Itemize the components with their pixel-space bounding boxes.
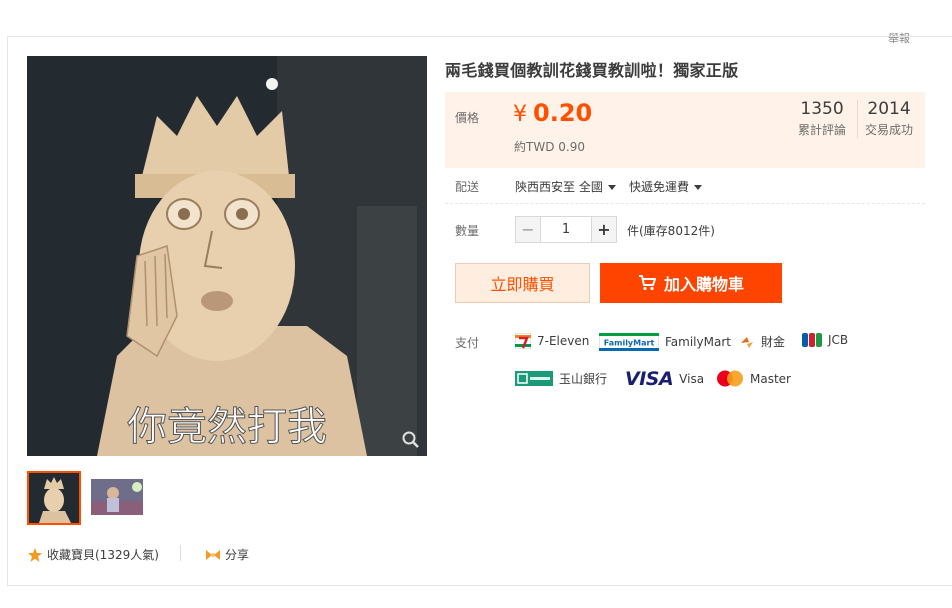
thumbnail-2[interactable]: [91, 479, 143, 515]
image-caption: 你竟然打我: [127, 404, 327, 450]
sales-count: 2014: [867, 99, 911, 119]
payment-jcb-label: JCB: [828, 333, 849, 347]
esun-bank-icon: [515, 371, 553, 386]
familymart-icon: FamilyMart: [599, 333, 659, 351]
divider: [445, 203, 925, 204]
jcb-icon: [802, 333, 822, 347]
currency-symbol: ¥: [513, 102, 527, 127]
payment-familymart: FamilyMart FamilyMart: [599, 333, 731, 351]
familymart-logo-text: FamilyMart: [604, 339, 655, 348]
payment-visa: VISA Visa: [625, 368, 704, 390]
share-button[interactable]: 分享: [205, 546, 249, 563]
statue-illustration: 你竟然打我: [27, 56, 427, 456]
sales-stat: 2014 交易成功: [865, 99, 913, 138]
mastercard-icon: [717, 370, 743, 387]
reviews-label: 累計評論: [798, 123, 847, 137]
cart-icon: [638, 275, 656, 291]
buy-now-button[interactable]: 立即購買: [455, 263, 590, 303]
add-to-cart-label: 加入購物車: [663, 275, 744, 294]
payment-familymart-label: FamilyMart: [665, 335, 731, 349]
shipping-label: 配送: [455, 180, 480, 194]
stat-divider: [857, 100, 858, 138]
fisc-icon: [741, 336, 753, 348]
thumbnail-1[interactable]: [27, 471, 81, 525]
main-product-image[interactable]: 你竟然打我: [27, 56, 427, 456]
share-icon: [206, 549, 220, 560]
payment-7eleven-label: 7-Eleven: [537, 334, 590, 348]
reviews-stat[interactable]: 1350 累計評論: [798, 99, 846, 138]
sales-label: 交易成功: [865, 123, 914, 137]
footer-divider: [180, 545, 181, 561]
payment-esun: 玉山銀行: [515, 370, 607, 387]
payment-esun-label: 玉山銀行: [559, 372, 608, 386]
payment-jcb: JCB: [802, 333, 848, 347]
product-title: 兩毛錢買個教訓花錢買教訓啦！獨家正版: [445, 61, 739, 80]
price-label: 價格: [455, 111, 480, 125]
favorite-label: 收藏寶貝(1329人氣): [47, 548, 159, 562]
reviews-count: 1350: [800, 99, 844, 119]
payment-visa-label: Visa: [679, 372, 705, 386]
payment-master: Master: [716, 370, 791, 387]
share-label: 分享: [225, 548, 250, 562]
decrease-button[interactable]: −: [515, 216, 541, 243]
quantity-input[interactable]: 1: [541, 216, 591, 243]
stock-info: 件(庫存8012件): [627, 224, 715, 238]
add-to-cart-button[interactable]: 加入購物車: [600, 263, 782, 303]
thumbnail-list: [27, 471, 143, 525]
payment-fisc-label: 財金: [761, 335, 786, 349]
shipping-origin-value: 陝西西安至 全國: [515, 180, 603, 194]
seven-eleven-icon: [515, 333, 531, 349]
price-value: ¥0.20: [513, 99, 592, 127]
payment-master-label: Master: [750, 371, 791, 386]
favorite-button[interactable]: 收藏寶貝(1329人氣): [27, 546, 159, 563]
quantity-label: 數量: [455, 224, 480, 238]
visa-icon: VISA: [625, 368, 674, 390]
price-amount: 0.20: [533, 99, 593, 127]
quantity-stepper: − 1 +: [515, 216, 617, 243]
payment-fisc: 財金: [739, 333, 785, 350]
thumbnail-image: [29, 473, 79, 523]
chevron-down-icon: [607, 185, 616, 190]
price-box: 價格 ¥0.20 約TWD 0.90 1350 累計評論 2014 交易成功: [445, 92, 925, 168]
zoom-icon[interactable]: [401, 430, 421, 450]
chevron-down-icon: [694, 185, 703, 190]
payment-label: 支付: [455, 336, 480, 350]
thumbnail-image: [91, 479, 143, 515]
shipping-method-select[interactable]: 快遞免運費: [629, 178, 703, 195]
payment-7eleven: 7-Eleven: [515, 333, 589, 349]
increase-button[interactable]: +: [591, 216, 617, 243]
shipping-method-value: 快遞免運費: [629, 180, 690, 194]
star-icon: [28, 547, 42, 562]
shipping-origin-select[interactable]: 陝西西安至 全國: [515, 178, 616, 195]
price-twd: 約TWD 0.90: [514, 140, 585, 154]
